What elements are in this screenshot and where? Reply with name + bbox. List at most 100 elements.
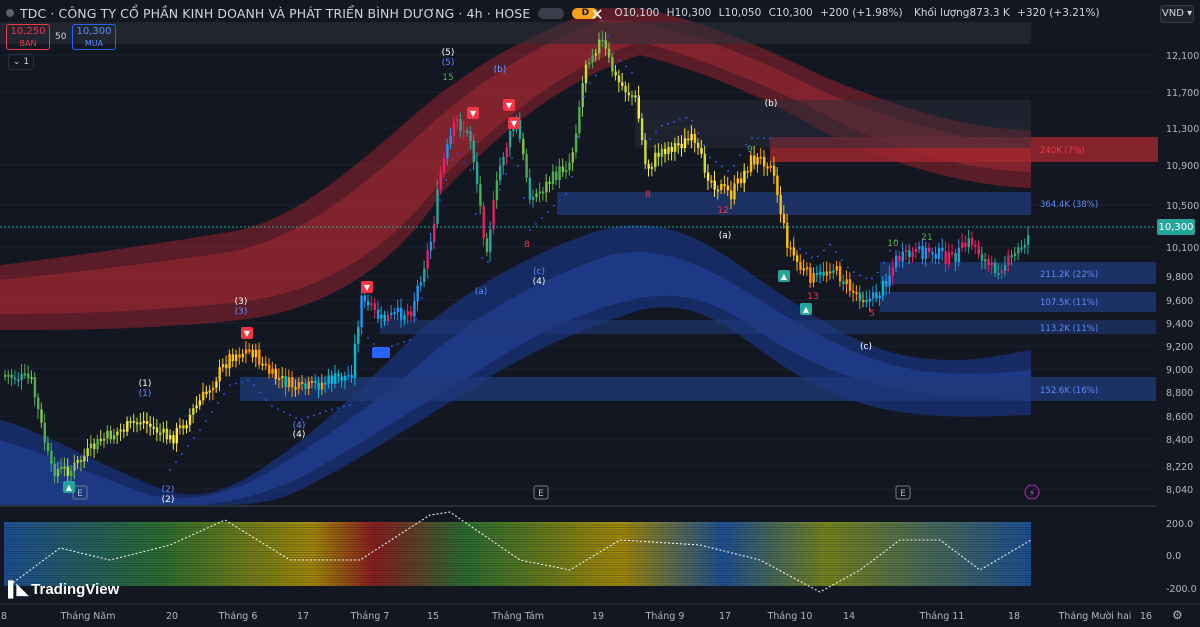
candle bbox=[132, 420, 136, 423]
candle bbox=[736, 178, 739, 184]
candle bbox=[109, 430, 112, 440]
candle bbox=[152, 426, 155, 429]
wave-label: 15 bbox=[442, 73, 453, 83]
symbol-header[interactable]: TDC · CÔNG TY CỔ PHẦN KINH DOANH VÀ PHÁT… bbox=[6, 4, 1100, 22]
tv-logo-icon: ▌◣ bbox=[8, 581, 28, 598]
candle bbox=[426, 250, 429, 269]
candle bbox=[713, 180, 716, 190]
candle bbox=[307, 381, 310, 389]
candle bbox=[855, 292, 858, 295]
candle bbox=[357, 326, 360, 344]
candle bbox=[396, 307, 400, 313]
candle bbox=[660, 148, 664, 157]
wave-label: 10 bbox=[887, 239, 899, 249]
wave-label: (a) bbox=[719, 231, 732, 241]
candle bbox=[13, 377, 17, 380]
time-tick-label: 17 bbox=[297, 611, 309, 622]
stop-dot bbox=[295, 417, 297, 419]
currency-select[interactable]: VND ▾ bbox=[1160, 5, 1194, 23]
stop-dot bbox=[613, 51, 615, 54]
stop-dot bbox=[301, 418, 303, 421]
signal-marker[interactable] bbox=[372, 347, 390, 358]
visibility-toggle[interactable] bbox=[538, 7, 565, 19]
stop-dot bbox=[631, 71, 633, 74]
stop-dot bbox=[217, 402, 219, 404]
candle bbox=[145, 421, 149, 424]
candle bbox=[122, 429, 126, 432]
candle bbox=[416, 285, 419, 302]
wave-label: 8 bbox=[645, 190, 651, 200]
stop-dot bbox=[739, 154, 741, 157]
candle bbox=[251, 349, 254, 358]
price-axis[interactable]: 12,100 11,700 11,300 10,900 10,500 10,100 9,80… bbox=[1157, 51, 1199, 595]
symbol-title[interactable]: TDC · CÔNG TY CỔ PHẦN KINH DOANH VÀ PHÁT… bbox=[20, 6, 530, 21]
stop-dot bbox=[817, 255, 819, 258]
candle bbox=[706, 172, 710, 181]
quantity-collapse-button[interactable]: ⌄ 1 bbox=[8, 54, 34, 70]
stop-dot bbox=[565, 193, 567, 195]
candle bbox=[489, 229, 492, 252]
candle bbox=[598, 39, 601, 54]
stop-dot bbox=[409, 339, 411, 341]
candle bbox=[139, 422, 142, 425]
candle bbox=[188, 414, 192, 425]
candle bbox=[739, 178, 743, 184]
stop-dot bbox=[307, 416, 309, 419]
candle bbox=[759, 156, 763, 159]
candle bbox=[386, 314, 390, 321]
stop-dot bbox=[679, 119, 681, 121]
candle bbox=[96, 438, 99, 450]
candle bbox=[423, 268, 426, 282]
time-tick-label: 20 bbox=[166, 611, 178, 622]
price-tick-label: 11,700 bbox=[1166, 88, 1199, 99]
candle bbox=[974, 244, 977, 247]
candle bbox=[192, 408, 195, 415]
buy-button[interactable]: 10,300 MUA bbox=[72, 24, 116, 50]
candle bbox=[406, 311, 409, 316]
candle bbox=[871, 292, 875, 299]
candle bbox=[304, 383, 307, 389]
ask-price: 10,300 bbox=[76, 26, 112, 37]
candle bbox=[829, 271, 832, 274]
candle bbox=[268, 364, 271, 374]
sell-button[interactable]: 10,250 BÁN bbox=[6, 24, 50, 50]
candle bbox=[400, 307, 403, 320]
time-axis[interactable]: 8 Tháng Năm 20 Tháng 6 17 Tháng 7 15 Tháng Tám 1… bbox=[0, 603, 1200, 622]
stop-dot bbox=[325, 410, 327, 413]
low-value: 10,050 bbox=[724, 7, 762, 19]
candle bbox=[994, 262, 997, 274]
candle bbox=[215, 381, 218, 388]
tradingview-logo[interactable]: ▌◣ TradingView bbox=[8, 580, 119, 599]
candle bbox=[878, 295, 881, 299]
candle bbox=[409, 311, 413, 317]
candle bbox=[205, 391, 208, 394]
stop-dot bbox=[457, 153, 459, 155]
stop-dot bbox=[499, 189, 501, 191]
volume-change: +320 (+3.21%) bbox=[1017, 7, 1100, 19]
candle bbox=[390, 312, 393, 315]
candle bbox=[129, 420, 132, 423]
candle bbox=[918, 246, 921, 249]
chart-canvas[interactable]: 12,100 11,700 11,300 10,900 10,500 10,100 9,80… bbox=[0, 0, 1200, 627]
candle bbox=[558, 166, 561, 180]
candle bbox=[640, 118, 644, 141]
candle bbox=[363, 295, 367, 302]
stop-dot bbox=[751, 137, 753, 139]
candle bbox=[1017, 247, 1020, 254]
close-icon[interactable]: ✕ bbox=[588, 6, 606, 24]
candle bbox=[439, 172, 442, 190]
candle bbox=[436, 189, 439, 224]
candle bbox=[4, 374, 7, 377]
stop-dot bbox=[799, 248, 801, 250]
wave-label: 5 bbox=[869, 309, 875, 319]
candle bbox=[1000, 270, 1003, 274]
candle bbox=[584, 64, 588, 84]
stop-dot bbox=[193, 437, 195, 439]
candle bbox=[1013, 253, 1017, 256]
stop-dot bbox=[265, 399, 267, 401]
candle bbox=[314, 380, 317, 383]
settings-gear-icon[interactable]: ⚙ bbox=[1172, 608, 1183, 622]
candle bbox=[20, 373, 23, 380]
candle bbox=[482, 206, 485, 239]
candle bbox=[565, 169, 568, 173]
